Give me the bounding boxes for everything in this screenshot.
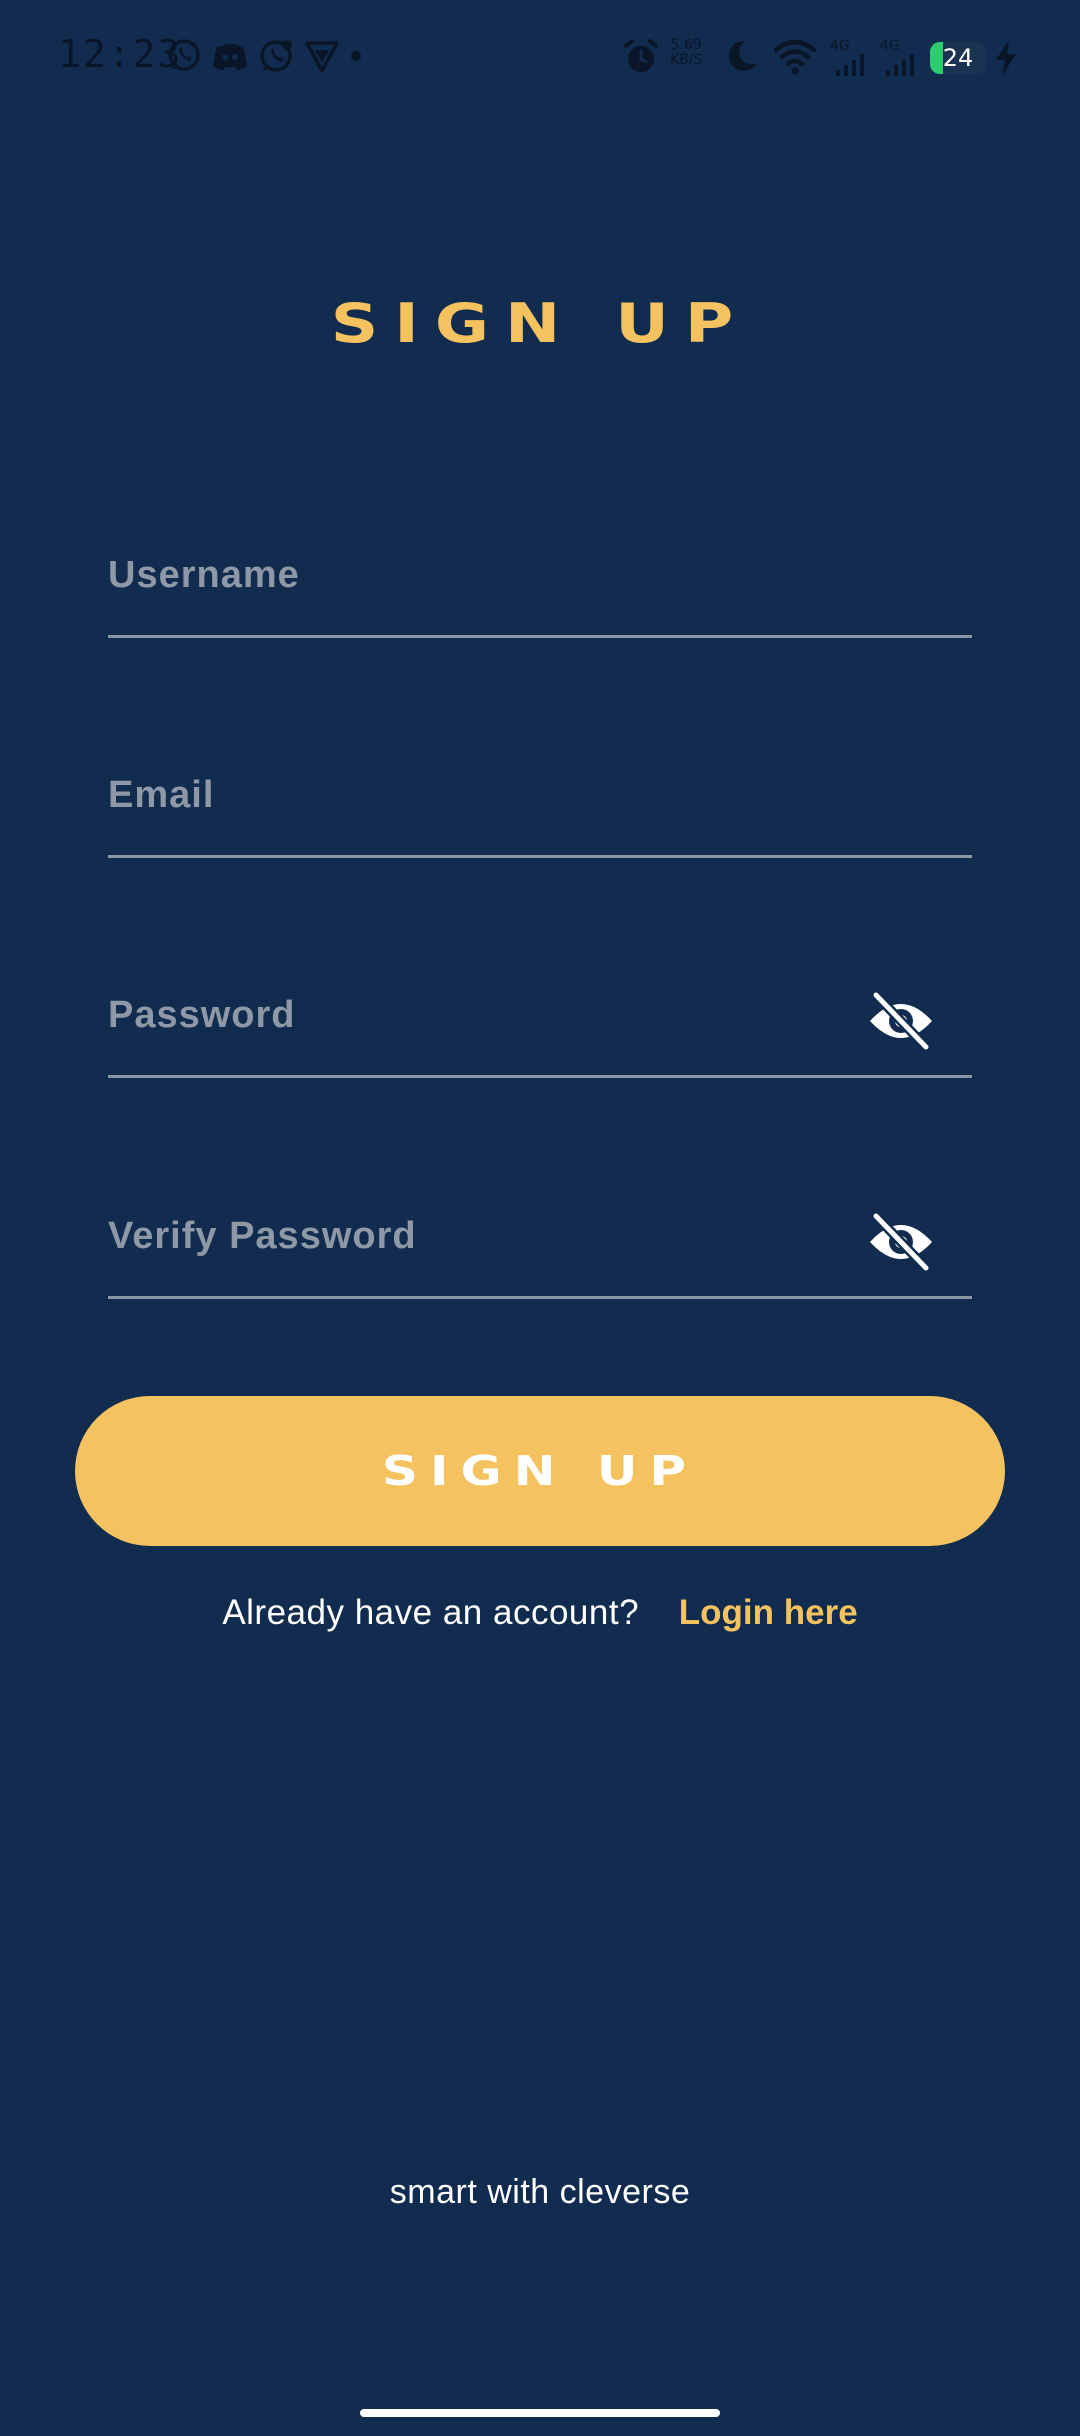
wifi-icon bbox=[774, 39, 816, 75]
login-prompt: Already have an account? Login here bbox=[0, 1593, 1080, 1633]
status-time: 12:23 bbox=[58, 32, 183, 76]
cellular-signal-icon bbox=[886, 54, 914, 76]
login-prompt-text: Already have an account? bbox=[222, 1593, 640, 1632]
status-bar: 12:23 5.69 KB/S 4G 4G 24 bbox=[0, 0, 1080, 120]
signup-button-label: SIGN UP bbox=[381, 1447, 699, 1495]
alarm-icon bbox=[624, 39, 658, 72]
login-link[interactable]: Login here bbox=[679, 1593, 858, 1632]
verify-password-input[interactable] bbox=[108, 1186, 868, 1286]
signup-button[interactable]: SIGN UP bbox=[75, 1396, 1005, 1546]
whatsapp-icon bbox=[168, 39, 200, 71]
network-speed-unit: KB/S bbox=[670, 52, 703, 68]
discord-icon bbox=[213, 44, 247, 70]
whatsapp-business-icon bbox=[260, 40, 292, 72]
battery-icon: 24 bbox=[930, 42, 986, 74]
network-type-1: 4G bbox=[830, 38, 850, 54]
network-type-2: 4G bbox=[880, 38, 900, 54]
username-field bbox=[108, 525, 972, 638]
moon-icon bbox=[728, 40, 757, 71]
cellular-signal-icon bbox=[836, 54, 864, 76]
password-input[interactable] bbox=[108, 965, 868, 1065]
footer-tagline: smart with cleverse bbox=[389, 2173, 691, 2211]
verify-password-field bbox=[108, 1186, 972, 1299]
password-visibility-toggle-icon[interactable] bbox=[866, 991, 936, 1051]
home-indicator[interactable] bbox=[360, 2409, 720, 2417]
charging-bolt-icon bbox=[996, 40, 1016, 76]
email-field bbox=[108, 745, 972, 858]
network-speed-value: 5.69 bbox=[670, 37, 702, 53]
password-field bbox=[108, 965, 972, 1078]
email-input[interactable] bbox=[108, 745, 868, 845]
notification-dot-icon bbox=[351, 51, 361, 61]
page-title: SIGN UP bbox=[330, 291, 750, 356]
network-speed: 5.69 KB/S bbox=[670, 38, 702, 68]
verify-password-visibility-toggle-icon[interactable] bbox=[866, 1212, 936, 1272]
vpn-icon bbox=[305, 41, 339, 73]
username-input[interactable] bbox=[108, 525, 868, 625]
battery-level: 24 bbox=[942, 44, 974, 72]
